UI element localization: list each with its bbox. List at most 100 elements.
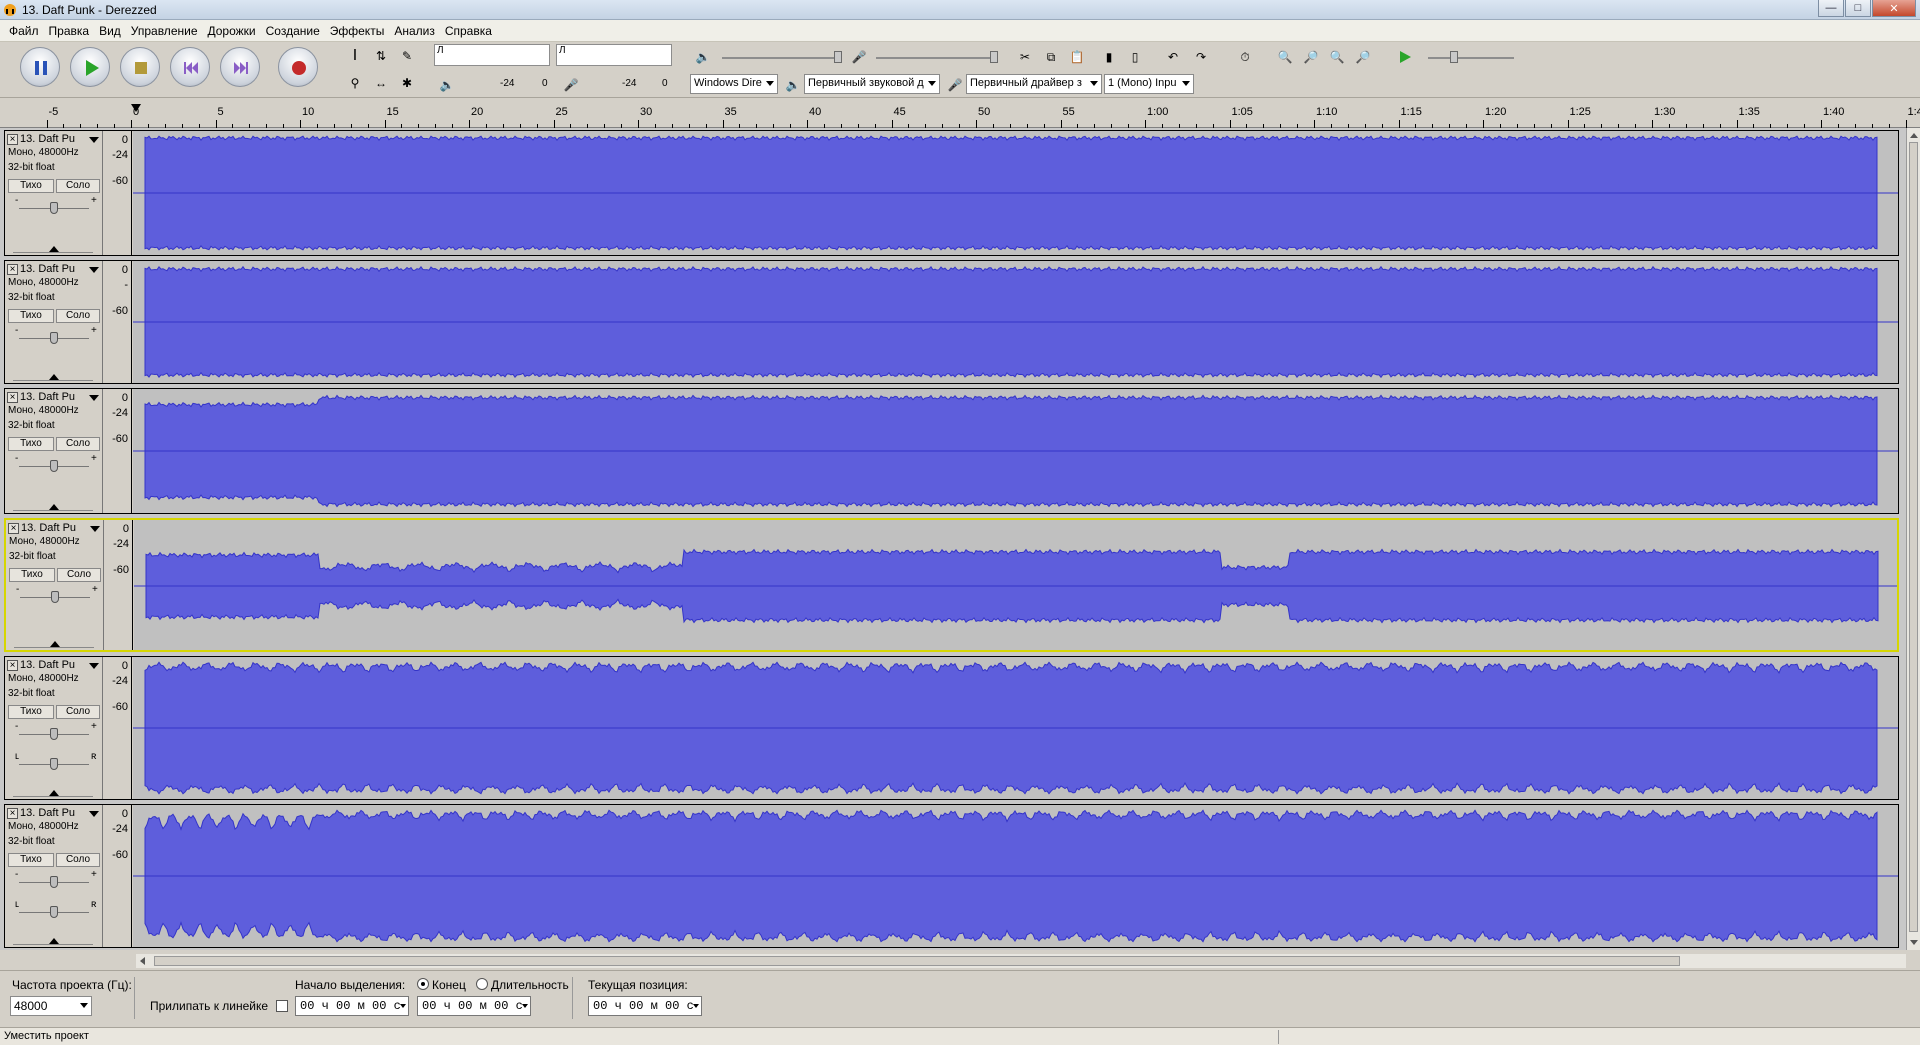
undo-button[interactable]: ↶ (1162, 46, 1184, 68)
input-volume-thumb[interactable] (990, 51, 998, 63)
trim-button[interactable]: ▮ (1098, 46, 1120, 68)
output-volume-thumb[interactable] (834, 51, 842, 63)
scroll-left-icon[interactable] (140, 957, 145, 965)
fit-project-button[interactable]: 🔎 (1352, 46, 1374, 68)
track-menu-chevron-icon[interactable] (89, 663, 99, 669)
zoom-out-button[interactable]: 🔎 (1300, 46, 1322, 68)
draw-tool-button[interactable]: ✎ (396, 45, 418, 67)
track-name[interactable]: 13. Daft Pu (20, 807, 88, 820)
collapse-arrow-icon[interactable] (49, 790, 59, 796)
menu-file[interactable]: Файл (4, 24, 44, 38)
selection-tool-button[interactable]: I (344, 45, 366, 67)
gain-slider[interactable]: - + (15, 325, 97, 345)
menu-help[interactable]: Справка (440, 24, 497, 38)
play-speed-thumb[interactable] (1450, 51, 1458, 63)
audio-host-select[interactable]: Windows Dire (690, 74, 778, 94)
gain-slider[interactable]: - + (16, 584, 98, 604)
pan-slider[interactable]: ʟʀ (15, 899, 96, 919)
vertical-db-ruler[interactable]: 0 -24 -60 (104, 131, 132, 255)
selection-end-time[interactable]: 00 ч 00 м 00 с (417, 996, 531, 1016)
track-menu-chevron-icon[interactable] (89, 395, 99, 401)
selection-start-time[interactable]: 00 ч 00 м 00 с (295, 996, 409, 1016)
sync-lock-button[interactable]: ⏱ (1234, 46, 1256, 68)
track-control-panel[interactable]: × 13. Daft Pu Моно, 48000Hz 32-bit float Тих… (6, 520, 104, 650)
waveform-area[interactable] (133, 389, 1898, 513)
copy-button[interactable]: ⧉ (1040, 46, 1062, 68)
record-button[interactable] (278, 47, 318, 87)
waveform-area[interactable] (133, 261, 1898, 383)
paste-button[interactable]: 📋 (1066, 46, 1088, 68)
audio-track[interactable]: × 13. Daft Pu Моно, 48000Hz 32-bit float Тих… (4, 388, 1899, 514)
track-name[interactable]: 13. Daft Pu (20, 263, 88, 276)
vertical-db-ruler[interactable]: 0 -24 -60 (104, 805, 132, 947)
gain-slider-thumb[interactable] (51, 591, 59, 603)
cut-button[interactable]: ✂ (1014, 46, 1036, 68)
pan-slider-thumb[interactable] (50, 758, 58, 770)
mute-button[interactable]: Тихо (8, 437, 54, 451)
track-control-panel[interactable]: × 13. Daft Pu Моно, 48000Hz 32-bit float Тих… (5, 389, 103, 513)
gain-slider-thumb[interactable] (50, 460, 58, 472)
timeline-ruler[interactable]: -5 0 5 10 15 20 25 30 35 40 45 50 55 1:00 1:05 1:10 1:15… (0, 98, 1920, 128)
menu-effects[interactable]: Эффекты (325, 24, 390, 38)
output-volume-slider[interactable] (722, 57, 842, 59)
track-close-icon[interactable]: × (7, 808, 18, 819)
pan-slider-thumb[interactable] (50, 906, 58, 918)
solo-button[interactable]: Соло (57, 568, 101, 582)
track-name[interactable]: 13. Daft Pu (20, 133, 88, 146)
scroll-down-icon[interactable] (1910, 940, 1918, 945)
vertical-scrollbar[interactable] (1906, 128, 1920, 950)
gain-slider[interactable]: - + (15, 721, 97, 741)
track-name[interactable]: 13. Daft Pu (20, 391, 88, 404)
track-menu-chevron-icon[interactable] (89, 267, 99, 273)
current-position-time[interactable]: 00 ч 00 м 00 с (588, 996, 702, 1016)
maximize-button[interactable]: □ (1845, 0, 1871, 17)
track-control-panel[interactable]: × 13. Daft Pu Моно, 48000Hz 32-bit float Тих… (5, 261, 103, 383)
audio-track[interactable]: × 13. Daft Pu Моно, 48000Hz 32-bit float Тих… (4, 518, 1899, 652)
minimize-button[interactable]: — (1818, 0, 1844, 17)
menu-tracks[interactable]: Дорожки (203, 24, 261, 38)
track-control-panel[interactable]: × 13. Daft Pu Моно, 48000Hz 32-bit float Тих… (5, 131, 103, 255)
waveform-area[interactable] (133, 805, 1898, 947)
gain-slider-thumb[interactable] (50, 202, 58, 214)
vertical-db-ruler[interactable]: 0 -24 -60 (105, 520, 133, 650)
mute-button[interactable]: Тихо (8, 705, 54, 719)
horizontal-scroll-thumb[interactable] (154, 956, 1680, 966)
track-close-icon[interactable]: × (7, 660, 18, 671)
menu-transport[interactable]: Управление (126, 24, 203, 38)
track-close-icon[interactable]: × (7, 264, 18, 275)
track-control-panel[interactable]: × 13. Daft Pu Моно, 48000Hz 32-bit float Тих… (5, 805, 103, 947)
play-at-speed-button[interactable] (1394, 46, 1416, 68)
gain-slider-thumb[interactable] (50, 332, 58, 344)
waveform-area[interactable] (133, 131, 1898, 255)
gain-slider-thumb[interactable] (50, 876, 58, 888)
vertical-db-ruler[interactable]: 0 -24 -60 (104, 389, 132, 513)
horizontal-scrollbar[interactable] (136, 954, 1906, 968)
input-channels-select[interactable]: 1 (Mono) Inpu (1104, 74, 1194, 94)
play-button[interactable] (70, 47, 110, 87)
playback-meter[interactable]: Л (434, 44, 550, 66)
length-radio[interactable] (476, 978, 488, 990)
fit-selection-button[interactable]: 🔍 (1326, 46, 1348, 68)
input-volume-slider[interactable] (876, 57, 996, 59)
timeshift-tool-button[interactable]: ↔ (370, 72, 392, 94)
solo-button[interactable]: Соло (56, 309, 100, 323)
output-device-select[interactable]: Первичный звуковой д (804, 74, 940, 94)
vertical-db-ruler[interactable]: 0 -24 -60 (104, 657, 132, 799)
end-radio[interactable] (417, 978, 429, 990)
track-name[interactable]: 13. Daft Pu (20, 659, 88, 672)
mute-button[interactable]: Тихо (8, 853, 54, 867)
mute-button[interactable]: Тихо (8, 179, 54, 193)
menu-generate[interactable]: Создание (261, 24, 325, 38)
play-speed-slider[interactable] (1428, 57, 1514, 59)
scroll-up-icon[interactable] (1910, 133, 1918, 138)
menu-analyze[interactable]: Анализ (389, 24, 440, 38)
track-area[interactable]: × 13. Daft Pu Моно, 48000Hz 32-bit float Тих… (0, 128, 1906, 950)
track-close-icon[interactable]: × (7, 392, 18, 403)
menu-edit[interactable]: Правка (44, 24, 95, 38)
multi-tool-button[interactable]: ✱ (396, 72, 418, 94)
collapse-arrow-icon[interactable] (49, 938, 59, 944)
zoom-tool-button[interactable]: ⚲ (344, 72, 366, 94)
silence-button[interactable]: ▯ (1124, 46, 1146, 68)
solo-button[interactable]: Соло (56, 853, 100, 867)
vertical-db-ruler[interactable]: 0 - -60 (104, 261, 132, 383)
